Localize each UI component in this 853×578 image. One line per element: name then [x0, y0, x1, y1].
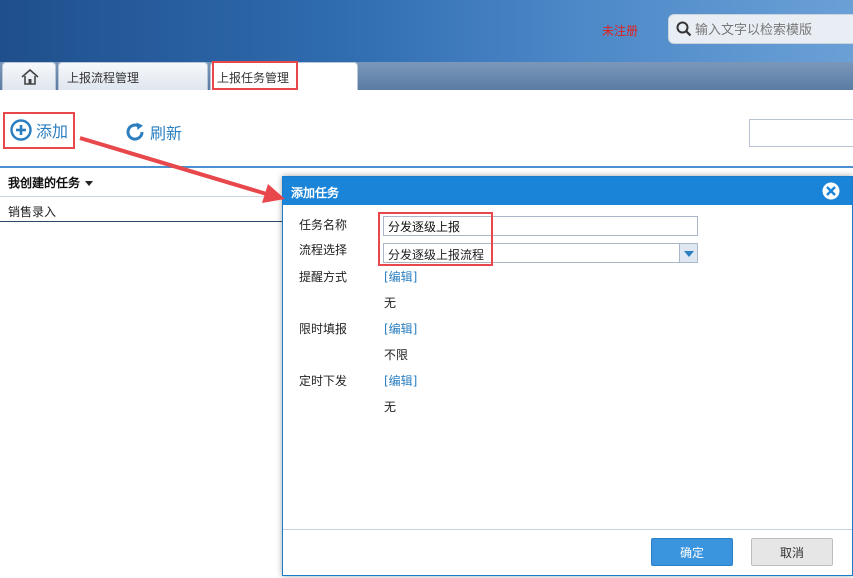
scheduled-edit-link[interactable]: [编辑] [384, 372, 417, 389]
filter-input[interactable] [749, 119, 853, 147]
caret-down-icon [85, 181, 94, 186]
scheduled-label: 定时下发 [299, 374, 348, 388]
header-banner: 未注册 [0, 0, 853, 62]
refresh-icon [126, 122, 144, 141]
app-window: 未注册 上报流程管理 上报任务管理 [0, 0, 853, 578]
search-input[interactable] [695, 21, 853, 39]
refresh-label: 刷新 [150, 124, 183, 143]
reminder-label: 提醒方式 [299, 270, 348, 284]
template-search[interactable] [668, 14, 853, 44]
tab-label: 上报流程管理 [67, 71, 140, 85]
reminder-value: 无 [384, 296, 397, 310]
task-name-label: 任务名称 [299, 218, 348, 232]
reminder-edit-link[interactable]: [编辑] [384, 268, 417, 285]
list-item-label: 销售录入 [8, 205, 57, 219]
process-label: 流程选择 [299, 243, 348, 257]
task-list-title: 我创建的任务 [8, 176, 81, 190]
chevron-down-icon[interactable] [679, 244, 697, 262]
tab-process-management[interactable]: 上报流程管理 [58, 62, 208, 90]
dialog-title: 添加任务 [291, 186, 340, 200]
tab-home[interactable] [2, 62, 56, 90]
time-limit-label: 限时填报 [299, 322, 348, 336]
add-task-dialog: 添加任务 任务名称 流程选择 分发逐级上报流程 提醒方式 [编辑] 无 限时填报… [282, 176, 853, 576]
close-icon[interactable] [822, 182, 840, 200]
annotation-highlight-tab [212, 61, 298, 90]
time-limit-value: 不限 [384, 348, 409, 362]
confirm-button[interactable]: 确定 [651, 538, 733, 566]
time-limit-edit-link[interactable]: [编辑] [384, 320, 417, 337]
home-icon [21, 68, 39, 85]
dialog-titlebar: 添加任务 [283, 177, 852, 205]
cancel-button[interactable]: 取消 [751, 538, 833, 566]
refresh-button[interactable]: 刷新 [124, 120, 182, 144]
task-list-header[interactable]: 我创建的任务 [8, 174, 94, 191]
list-divider [0, 166, 853, 168]
dialog-footer: 确定 取消 [283, 529, 852, 575]
annotation-highlight-add [3, 112, 75, 149]
registration-status: 未注册 [602, 24, 639, 38]
annotation-highlight-fields [378, 212, 493, 266]
scheduled-value: 无 [384, 400, 397, 414]
search-icon [676, 21, 692, 37]
tab-bar: 上报流程管理 上报任务管理 [0, 62, 853, 90]
